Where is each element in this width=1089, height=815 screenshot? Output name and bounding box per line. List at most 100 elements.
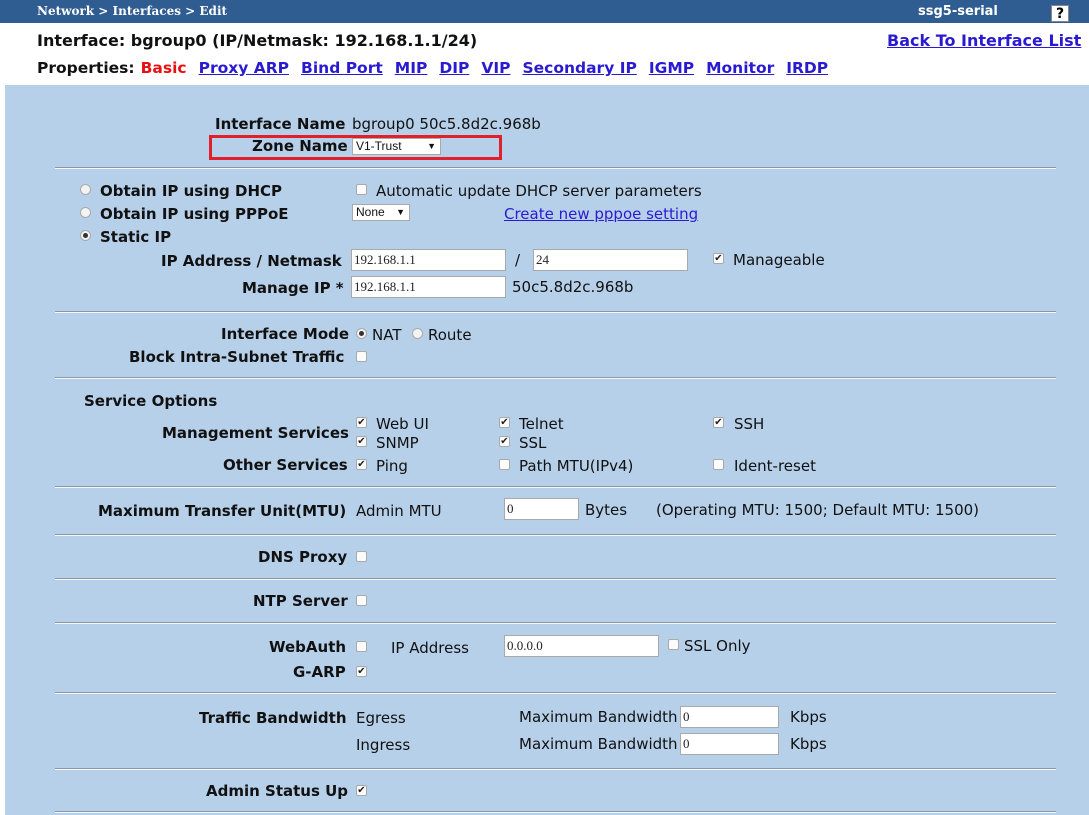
properties-nav: Properties: Basic Proxy ARP Bind Port MIP DIP… [37,59,828,77]
webauth-checkbox[interactable] [356,641,367,652]
properties-label: Properties: [37,59,135,77]
manage-ip-input[interactable]: 192.168.1.1 [351,276,506,298]
ssl-label: SSL [519,434,547,452]
dns-proxy-checkbox[interactable] [356,551,367,562]
route-label: Route [428,326,472,344]
manage-mac-value: 50c5.8d2c.968b [512,278,634,296]
mtu-info: (Operating MTU: 1500; Default MTU: 1500) [656,501,980,519]
ping-checkbox[interactable]: ✔ [356,459,367,470]
ssh-checkbox[interactable]: ✔ [713,417,724,428]
ssl-only-label: SSL Only [684,637,751,655]
dns-proxy-label: DNS Proxy [258,548,348,566]
interface-name-value: bgroup0 50c5.8d2c.968b [352,115,541,133]
egress-max-label: Maximum Bandwidth [519,708,678,726]
webui-checkbox[interactable]: ✔ [356,417,367,428]
static-ip-radio[interactable] [80,230,91,241]
admin-status-checkbox[interactable]: ✔ [356,785,367,796]
traffic-bandwidth-label: Traffic Bandwidth [199,709,347,727]
interface-name-label: Interface Name [215,115,346,133]
snmp-checkbox[interactable]: ✔ [356,436,367,447]
ingress-unit: Kbps [790,735,827,753]
netmask-input[interactable]: 24 [533,249,688,271]
webauth-ip-label: IP Address [391,639,469,657]
ping-label: Ping [376,457,408,475]
ingress-max-label: Maximum Bandwidth [519,735,678,753]
tab-proxy-arp[interactable]: Proxy ARP [199,59,289,77]
mtu-unit: Bytes [585,501,628,519]
ingress-bandwidth-input[interactable]: 0 [680,733,779,755]
route-radio[interactable] [412,328,423,339]
egress-label: Egress [356,709,406,727]
service-options-heading: Service Options [84,392,218,410]
create-pppoe-link[interactable]: Create new pppoe setting [504,205,698,223]
manageable-label: Manageable [733,251,825,269]
top-bar: Network > Interfaces > Edit ssg5-serial … [0,0,1089,23]
ip-netmask-label: IP Address / Netmask [161,252,342,270]
divider [55,768,1056,770]
ntp-server-label: NTP Server [253,592,348,610]
tab-monitor[interactable]: Monitor [706,59,774,77]
other-services-label: Other Services [223,456,348,474]
device-name: ssg5-serial [918,4,998,19]
egress-bandwidth-input[interactable]: 0 [680,706,779,728]
pppoe-label: Obtain IP using PPPoE [100,205,289,223]
tab-bind-port[interactable]: Bind Port [301,59,383,77]
divider [55,811,1056,813]
path-mtu-checkbox[interactable] [499,459,510,470]
pppoe-radio[interactable] [80,207,91,218]
webui-label: Web UI [376,415,429,433]
static-ip-label: Static IP [100,228,172,246]
divider [55,377,1056,379]
tab-secondary-ip[interactable]: Secondary IP [522,59,636,77]
tab-vip[interactable]: VIP [481,59,510,77]
admin-mtu-input[interactable]: 0 [504,498,579,520]
ssl-only-checkbox[interactable] [668,639,679,650]
webauth-ip-input[interactable]: 0.0.0.0 [504,635,659,657]
auto-update-label: Automatic update DHCP server parameters [376,182,702,200]
telnet-checkbox[interactable]: ✔ [499,417,510,428]
tab-mip[interactable]: MIP [395,59,428,77]
back-to-interface-list-link[interactable]: Back To Interface List [887,31,1081,50]
admin-status-label: Admin Status Up [206,782,349,800]
divider [55,578,1056,580]
ident-reset-checkbox[interactable] [713,459,724,470]
divider [55,692,1056,694]
manage-ip-label: Manage IP * [242,279,344,297]
path-mtu-label: Path MTU(IPv4) [519,457,634,475]
divider [55,486,1056,488]
divider [55,311,1056,313]
help-icon[interactable]: ? [1051,5,1069,22]
interface-mode-label: Interface Mode [221,325,350,343]
dhcp-radio[interactable] [80,184,91,195]
block-intra-subnet-checkbox[interactable] [356,351,367,362]
telnet-label: Telnet [519,415,564,433]
dhcp-label: Obtain IP using DHCP [100,182,283,200]
pppoe-select-value: None [356,205,385,219]
webauth-label: WebAuth [269,638,347,656]
divider [55,534,1056,536]
ip-address-input[interactable]: 192.168.1.1 [351,249,506,271]
tab-basic: Basic [140,59,187,77]
garp-label: G-ARP [293,663,346,681]
tab-irdp[interactable]: IRDP [786,59,828,77]
divider [55,622,1056,624]
pppoe-select[interactable]: None ▼ [352,204,410,221]
ntp-server-checkbox[interactable] [356,595,367,606]
mtu-label: Maximum Transfer Unit(MTU) [98,502,347,520]
block-intra-subnet-label: Block Intra-Subnet Traffic [129,348,345,366]
nat-radio[interactable] [356,328,367,339]
divider [55,167,1056,169]
egress-unit: Kbps [790,708,827,726]
tab-dip[interactable]: DIP [439,59,469,77]
auto-update-checkbox[interactable] [356,184,367,195]
ssl-checkbox[interactable]: ✔ [499,436,510,447]
tab-igmp[interactable]: IGMP [649,59,694,77]
chevron-down-icon: ▼ [396,207,405,217]
manageable-checkbox[interactable]: ✔ [713,253,724,264]
admin-mtu-label: Admin MTU [356,502,442,520]
ident-reset-label: Ident-reset [734,457,816,475]
page-title: Interface: bgroup0 (IP/Netmask: 192.168.… [37,31,478,50]
garp-checkbox[interactable]: ✔ [356,666,367,677]
breadcrumb: Network > Interfaces > Edit [37,4,228,18]
zone-highlight-box [209,135,502,160]
